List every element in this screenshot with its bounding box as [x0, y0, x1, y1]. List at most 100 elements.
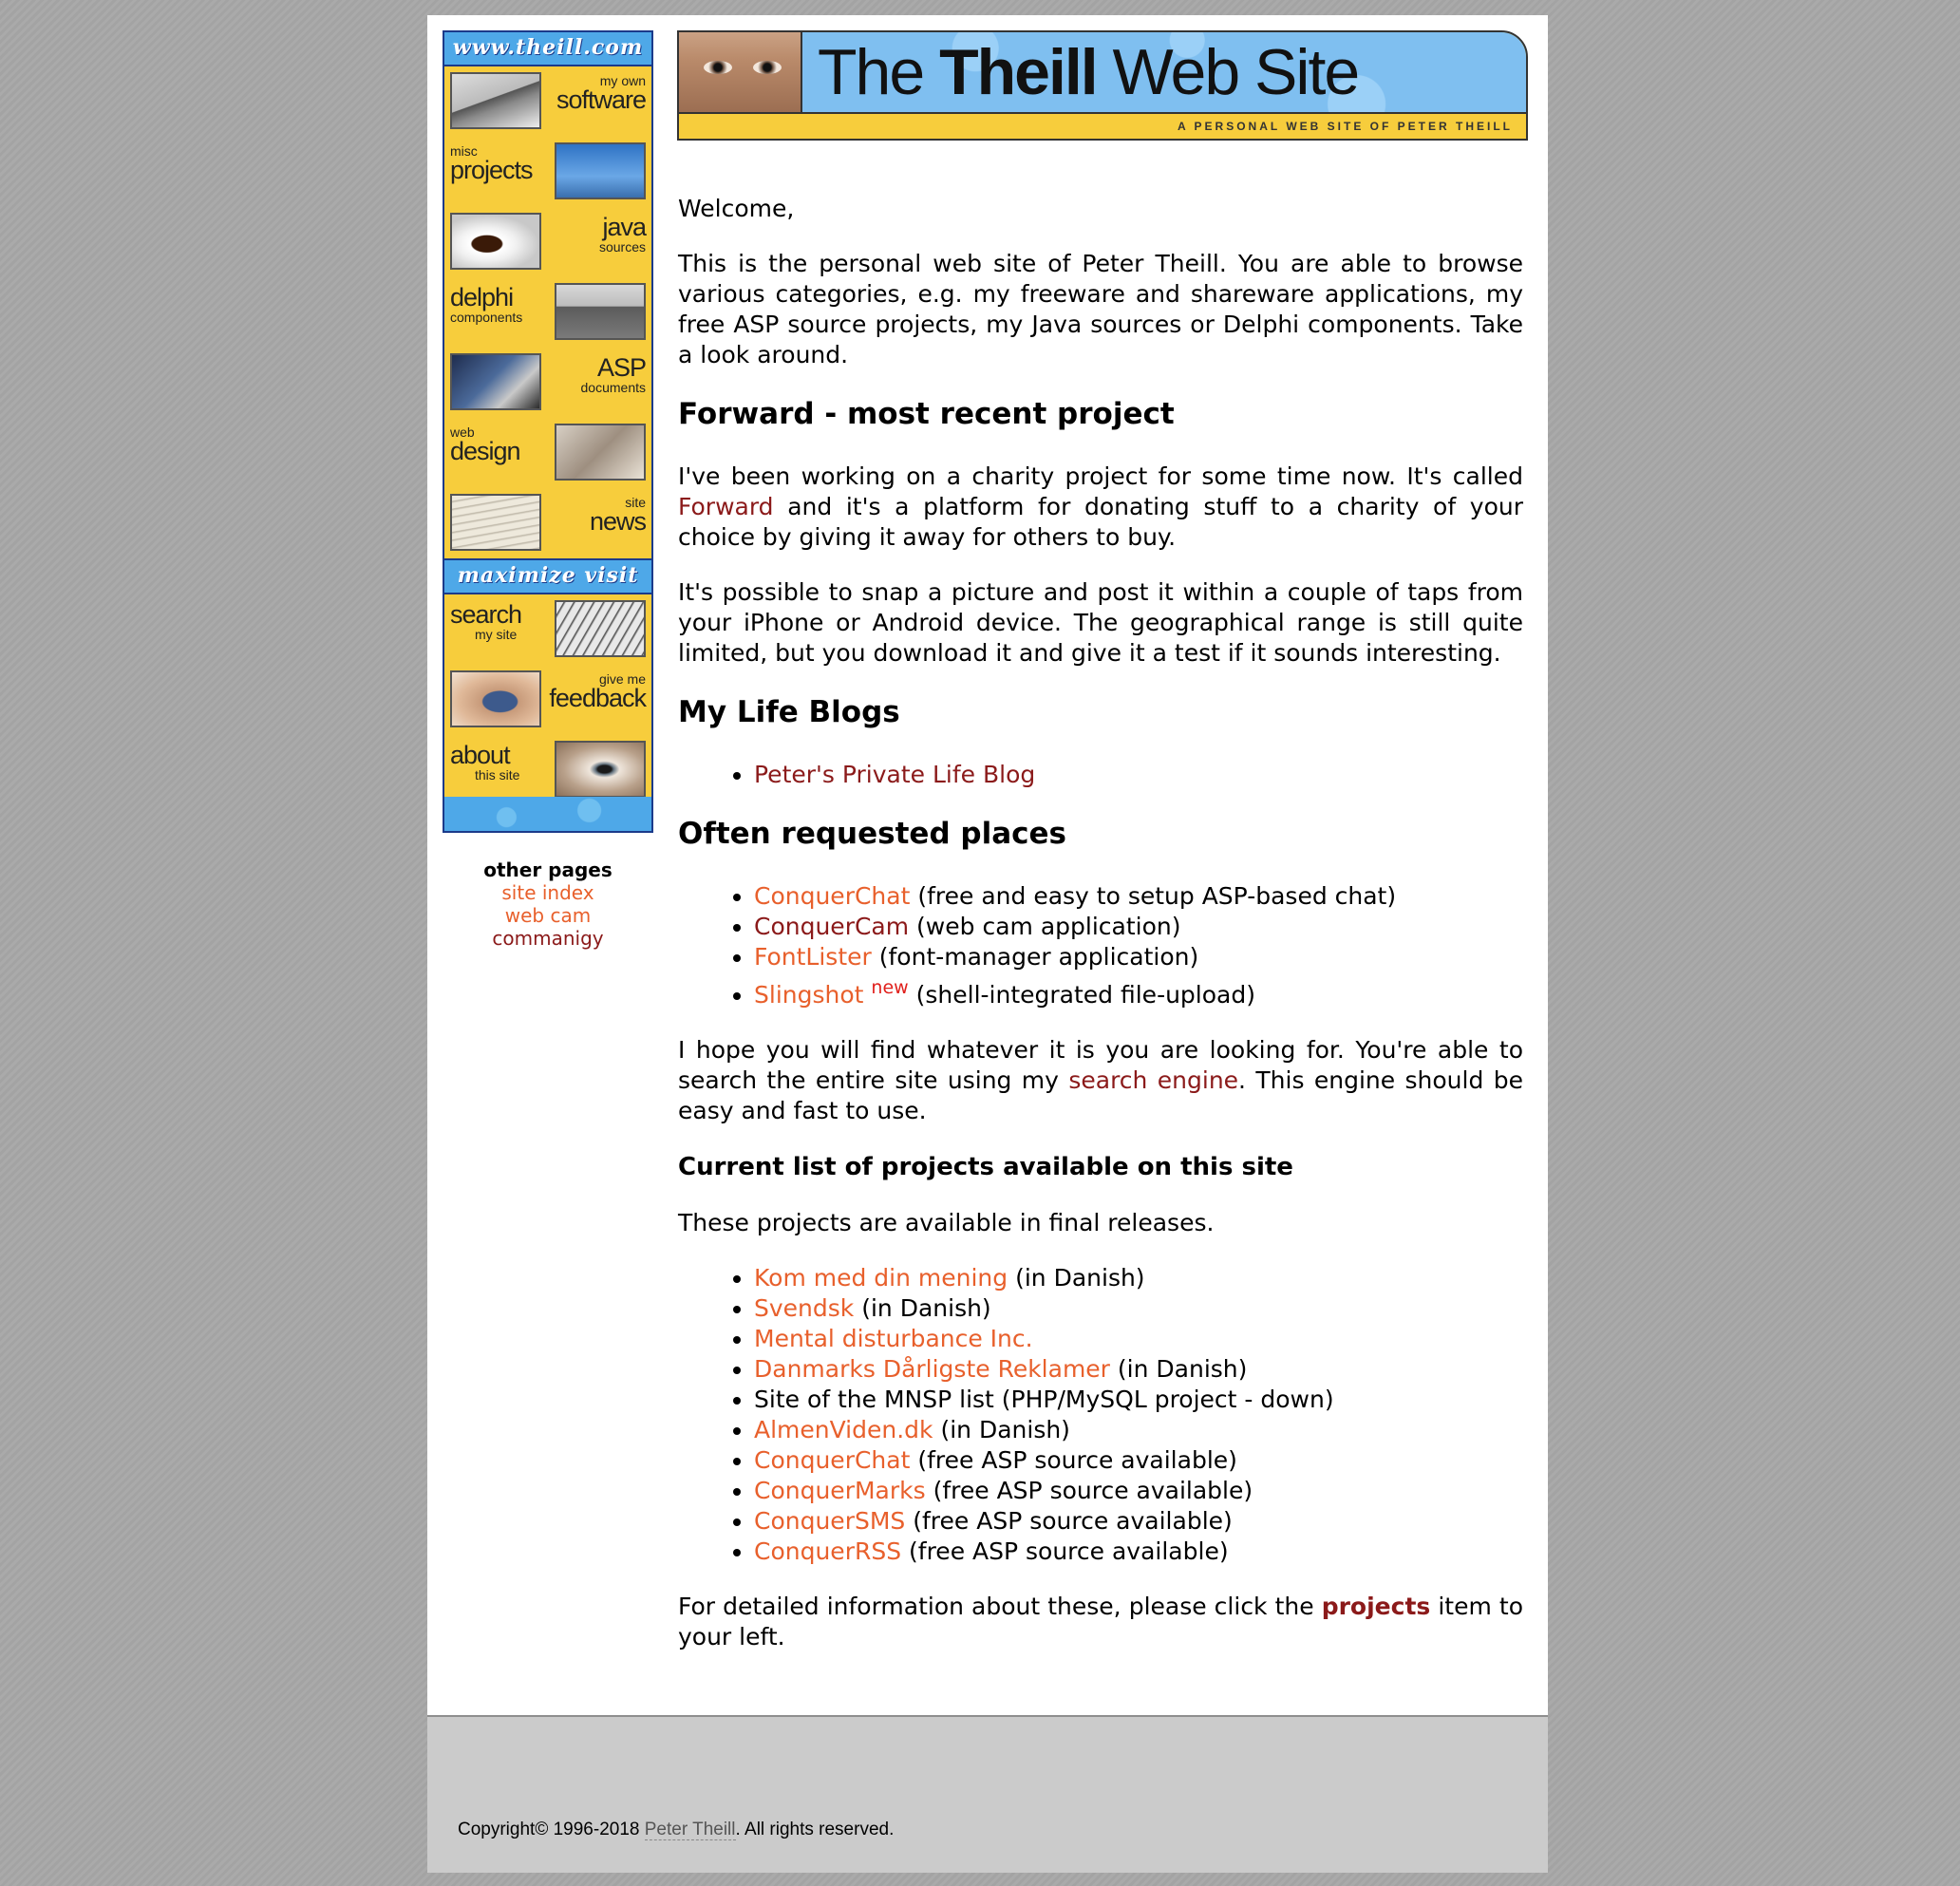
- nav-item-about[interactable]: about this site: [444, 735, 651, 805]
- list-item: Svendsk (in Danish): [754, 1293, 1523, 1324]
- list-item: Slingshot new (shell-integrated file-upl…: [754, 972, 1523, 1010]
- pen-icon: [450, 353, 541, 410]
- list-item: AlmenViden.dk (in Danish): [754, 1415, 1523, 1445]
- other-pages-title: other pages: [483, 858, 612, 881]
- nav-small-label: documents: [580, 380, 646, 395]
- private-blog-link[interactable]: Peter's Private Life Blog: [754, 761, 1035, 788]
- often-list: ConquerChat (free and easy to setup ASP-…: [678, 881, 1523, 1010]
- commanigy-link[interactable]: commanigy: [443, 927, 653, 950]
- slingshot-link[interactable]: Slingshot: [754, 981, 863, 1009]
- nav-item-design[interactable]: web design: [444, 418, 651, 488]
- list-item: Danmarks Dårligste Reklamer (in Danish): [754, 1354, 1523, 1385]
- conquercam-link[interactable]: ConquerCam: [754, 913, 909, 940]
- author-link[interactable]: Peter Theill: [644, 1820, 736, 1840]
- project-link[interactable]: ConquerSMS: [754, 1507, 905, 1535]
- sidebar-nav: www.theill.com my own software misc proj…: [443, 30, 653, 833]
- conquerchat-link[interactable]: ConquerChat: [754, 882, 910, 910]
- disk-icon: [450, 72, 541, 129]
- nav-big-label: design: [450, 437, 521, 465]
- nav-item-projects[interactable]: misc projects: [444, 137, 651, 207]
- other-pages: other pages site index web cam commanigy: [443, 858, 653, 950]
- list-item: Site of the MNSP list (PHP/MySQL project…: [754, 1385, 1523, 1415]
- nav-header-maximize: maximize visit: [444, 558, 651, 594]
- site-subtitle: A PERSONAL WEB SITE OF PETER THEILL: [1177, 120, 1513, 133]
- project-link[interactable]: ConquerRSS: [754, 1537, 901, 1565]
- nav-big-label: ASP: [596, 353, 647, 382]
- nav-big-label: feedback: [549, 684, 647, 712]
- nav-big-label: java: [602, 213, 647, 241]
- copyright-text: Copyright© 1996-2018 Peter Theill. All r…: [458, 1820, 895, 1840]
- list-item: ConquerRSS (free ASP source available): [754, 1537, 1523, 1567]
- nav-small-label: components: [450, 310, 523, 325]
- list-item: FontLister (font-manager application): [754, 942, 1523, 972]
- project-link[interactable]: AlmenViden.dk: [754, 1416, 933, 1443]
- nav-item-asp[interactable]: ASP documents: [444, 348, 651, 418]
- site-index-link[interactable]: site index: [443, 881, 653, 904]
- new-badge: new: [871, 977, 909, 998]
- eye-icon: [555, 741, 646, 798]
- nav-small-label: my site: [475, 627, 518, 642]
- project-link[interactable]: Kom med din mening: [754, 1264, 1008, 1292]
- search-engine-link[interactable]: search engine: [1068, 1066, 1238, 1094]
- list-item: ConquerChat (free ASP source available): [754, 1445, 1523, 1476]
- list-item: ConquerChat (free and easy to setup ASP-…: [754, 881, 1523, 912]
- forward-paragraph: I've been working on a charity project f…: [678, 462, 1523, 551]
- projects-list: Kom med din mening (in Danish) Svendsk (…: [678, 1263, 1523, 1567]
- search-paragraph: I hope you will find whatever it is you …: [678, 1036, 1523, 1124]
- fontlister-link[interactable]: FontLister: [754, 943, 872, 971]
- nav-item-news[interactable]: site news: [444, 488, 651, 558]
- ruins-icon: [555, 283, 646, 340]
- roof-structure-icon: [555, 600, 646, 657]
- list-item: Kom med din mening (in Danish): [754, 1263, 1523, 1293]
- nav-big-label: about: [450, 741, 511, 769]
- nav-big-label: delphi: [450, 283, 514, 311]
- site-title: The Theill Web Site: [818, 36, 1360, 108]
- coffee-cup-icon: [450, 213, 541, 270]
- forward-link[interactable]: Forward: [678, 493, 774, 520]
- nav-item-feedback[interactable]: give me feedback: [444, 665, 651, 735]
- nav-item-delphi[interactable]: delphi components: [444, 277, 651, 348]
- blogs-list: Peter's Private Life Blog: [678, 760, 1523, 790]
- page-footer: Copyright© 1996-2018 Peter Theill. All r…: [427, 1715, 1548, 1873]
- projects-heading: Current list of projects available on th…: [678, 1153, 1293, 1181]
- intro-paragraph: This is the personal web site of Peter T…: [678, 250, 1523, 368]
- project-link[interactable]: Danmarks Dårligste Reklamer: [754, 1355, 1110, 1383]
- forward-paragraph-2: It's possible to snap a picture and post…: [678, 578, 1523, 667]
- project-link[interactable]: Svendsk: [754, 1294, 854, 1322]
- detail-paragraph: For detailed information about these, pl…: [678, 1593, 1523, 1650]
- nav-big-label: software: [556, 85, 647, 114]
- nav-footer-decoration: [444, 797, 651, 831]
- web-cam-link[interactable]: web cam: [443, 904, 653, 927]
- face-photo-icon: [679, 32, 802, 112]
- page-container: www.theill.com my own software misc proj…: [427, 15, 1548, 1873]
- newspaper-icon: [450, 494, 541, 551]
- sketch-icon: [555, 424, 646, 481]
- list-item: ConquerMarks (free ASP source available): [754, 1476, 1523, 1506]
- nav-small-label: sources: [598, 239, 646, 255]
- hand-phone-icon: [450, 670, 541, 727]
- projects-link[interactable]: projects: [1322, 1593, 1431, 1620]
- blogs-heading: My Life Blogs: [678, 695, 900, 729]
- windmill-icon: [555, 142, 646, 199]
- projects-intro: These projects are available in final re…: [678, 1209, 1215, 1236]
- nav-item-search[interactable]: search my site: [444, 594, 651, 665]
- project-link[interactable]: ConquerChat: [754, 1446, 910, 1474]
- forward-heading: Forward - most recent project: [678, 397, 1175, 431]
- nav-big-label: news: [589, 507, 647, 536]
- nav-big-label: projects: [450, 156, 534, 184]
- welcome-text: Welcome,: [678, 195, 795, 222]
- list-item: Peter's Private Life Blog: [754, 760, 1523, 790]
- main-content: Welcome, This is the personal web site o…: [678, 194, 1523, 1677]
- project-link[interactable]: Mental disturbance Inc.: [754, 1325, 1033, 1352]
- often-heading: Often requested places: [678, 817, 1067, 851]
- nav-big-label: search: [450, 600, 522, 629]
- nav-item-software[interactable]: my own software: [444, 66, 651, 137]
- list-item: ConquerSMS (free ASP source available): [754, 1506, 1523, 1537]
- nav-item-java[interactable]: java sources: [444, 207, 651, 277]
- list-item: Mental disturbance Inc.: [754, 1324, 1523, 1354]
- project-link[interactable]: ConquerMarks: [754, 1477, 926, 1504]
- nav-small-label: this site: [475, 767, 520, 783]
- site-banner[interactable]: The Theill Web Site A PERSONAL WEB SITE …: [677, 30, 1528, 141]
- list-item: ConquerCam (web cam application): [754, 912, 1523, 942]
- nav-header-site[interactable]: www.theill.com: [444, 32, 651, 66]
